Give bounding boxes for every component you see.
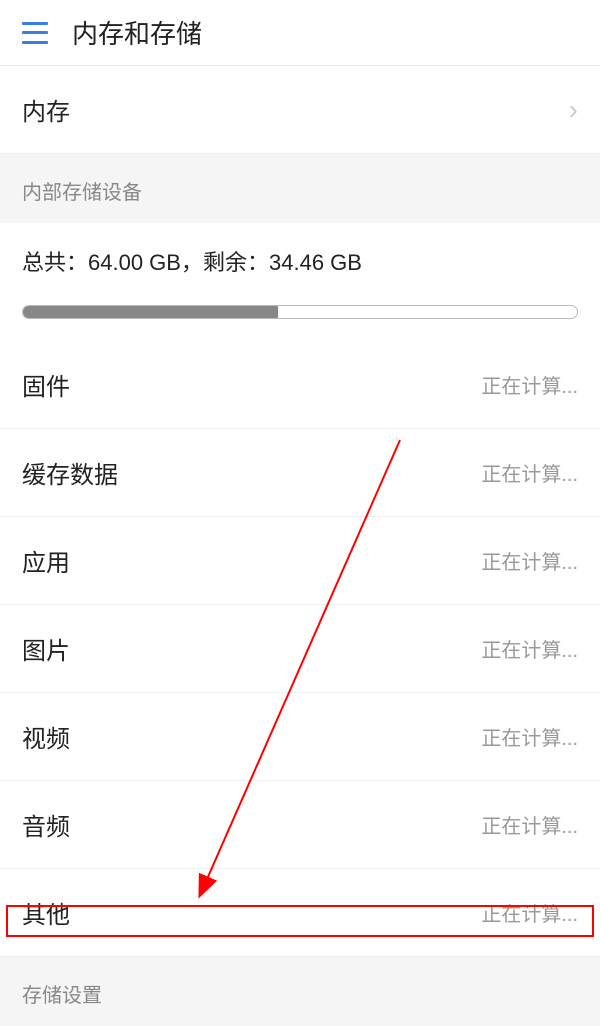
category-value: 正在计算...	[481, 722, 578, 751]
category-label: 应用	[22, 543, 70, 578]
separator: ，	[181, 250, 203, 275]
memory-item[interactable]: 内存 ›	[0, 66, 600, 154]
storage-summary-text: 总共：64.00 GB，剩余：34.46 GB	[22, 245, 578, 277]
category-label: 固件	[22, 367, 70, 402]
memory-label: 内存	[22, 92, 70, 127]
storage-progress-bar	[22, 305, 578, 319]
category-value: 正在计算...	[481, 898, 578, 927]
category-other[interactable]: 其他 正在计算...	[0, 869, 600, 957]
page-title: 内存和存储	[72, 14, 202, 51]
category-video[interactable]: 视频 正在计算...	[0, 693, 600, 781]
category-firmware[interactable]: 固件 正在计算...	[0, 341, 600, 429]
category-audio[interactable]: 音频 正在计算...	[0, 781, 600, 869]
category-value: 正在计算...	[481, 634, 578, 663]
remaining-label: 剩余：	[203, 250, 269, 275]
category-label: 其他	[22, 895, 70, 930]
category-label: 音频	[22, 807, 70, 842]
total-label: 总共：	[22, 250, 88, 275]
total-value: 64.00 GB	[88, 250, 181, 275]
category-images[interactable]: 图片 正在计算...	[0, 605, 600, 693]
category-value: 正在计算...	[481, 458, 578, 487]
menu-icon[interactable]	[22, 22, 48, 44]
internal-storage-section-header: 内部存储设备	[0, 154, 600, 223]
category-label: 缓存数据	[22, 455, 118, 490]
category-value: 正在计算...	[481, 370, 578, 399]
header: 内存和存储	[0, 0, 600, 66]
storage-settings-section-header: 存储设置	[0, 957, 600, 1026]
category-value: 正在计算...	[481, 810, 578, 839]
category-label: 图片	[22, 631, 70, 666]
category-label: 视频	[22, 719, 70, 754]
storage-progress-fill	[23, 306, 278, 318]
storage-summary: 总共：64.00 GB，剩余：34.46 GB	[0, 223, 600, 341]
category-value: 正在计算...	[481, 546, 578, 575]
category-apps[interactable]: 应用 正在计算...	[0, 517, 600, 605]
remaining-value: 34.46 GB	[269, 250, 362, 275]
category-cache[interactable]: 缓存数据 正在计算...	[0, 429, 600, 517]
chevron-right-icon: ›	[569, 94, 578, 126]
